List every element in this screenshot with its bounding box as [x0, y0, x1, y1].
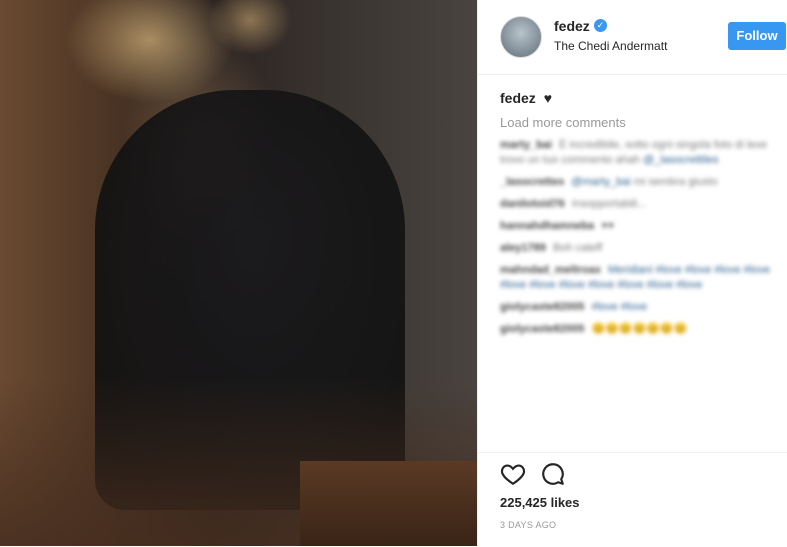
post-actions: 225,425 likes 3 DAYS AGO [478, 452, 787, 547]
comment-username[interactable]: marty_bai [500, 139, 552, 151]
follow-button[interactable]: Follow [728, 22, 786, 50]
post-header: fedez ✓ The Chedi Andermatt Follow [478, 0, 787, 75]
comment-username[interactable]: mahndad_meltroax [500, 264, 601, 276]
photo-table [300, 461, 477, 546]
comment-mention[interactable]: @marty_bai [571, 176, 630, 188]
post-username[interactable]: fedez [554, 18, 590, 34]
verified-badge-icon: ✓ [594, 19, 607, 32]
post-photo[interactable] [0, 0, 477, 546]
post-timestamp: 3 DAYS AGO [500, 520, 557, 530]
comment-text: Boh cateff [552, 242, 603, 254]
comment-mention[interactable]: @_lasocrettiles [643, 154, 718, 166]
caption-username[interactable]: fedez [500, 90, 536, 106]
comment-item: giolycaste82005 😊😊😊😊😊😊😊 [500, 322, 770, 337]
comment-item: _lasocrettes @marty_bai mi sembra giusto [500, 175, 770, 190]
post-location[interactable]: The Chedi Andermatt [554, 39, 667, 53]
load-more-comments-link[interactable]: Load more comments [500, 115, 626, 130]
comments-list: marty_bai È incredibile, sotto ogni sing… [500, 138, 770, 344]
comment-item: marty_bai È incredibile, sotto ogni sing… [500, 138, 770, 168]
heart-outline-icon[interactable] [500, 461, 526, 487]
comment-username[interactable]: aley1789 [500, 242, 546, 254]
comment-item: aley1789 Boh cateff [500, 241, 770, 256]
comment-username[interactable]: danilotoid76 [500, 198, 565, 210]
post-side-panel: fedez ✓ The Chedi Andermatt Follow fedez… [478, 0, 787, 546]
comment-item: giolycaste82005 #love #love [500, 300, 770, 315]
comment-username[interactable]: giolycaste82005 [500, 301, 584, 313]
caption-text: ♥ [543, 90, 552, 106]
comment-text: ♥♥ [601, 220, 615, 232]
post-caption: fedez ♥ [500, 90, 552, 106]
comment-item: danilotoid76 Insopportabili... [500, 197, 770, 212]
comment-text: mi sembra giusto [633, 176, 718, 188]
comment-username[interactable]: hannahdhamneba [500, 220, 594, 232]
likes-count[interactable]: 225,425 likes [500, 495, 580, 510]
comment-text: Insopportabili... [571, 198, 647, 210]
comment-text: #love #love [591, 301, 648, 313]
comment-username[interactable]: _lasocrettes [500, 176, 564, 188]
speech-bubble-icon[interactable] [540, 461, 566, 487]
comment-item: mahndad_meltroax Meridiani #love #love #… [500, 263, 770, 293]
comment-text: 😊😊😊😊😊😊😊 [591, 323, 688, 335]
comment-username[interactable]: giolycaste82005 [500, 323, 584, 335]
avatar[interactable] [500, 16, 542, 58]
comment-item: hannahdhamneba ♥♥ [500, 219, 770, 234]
